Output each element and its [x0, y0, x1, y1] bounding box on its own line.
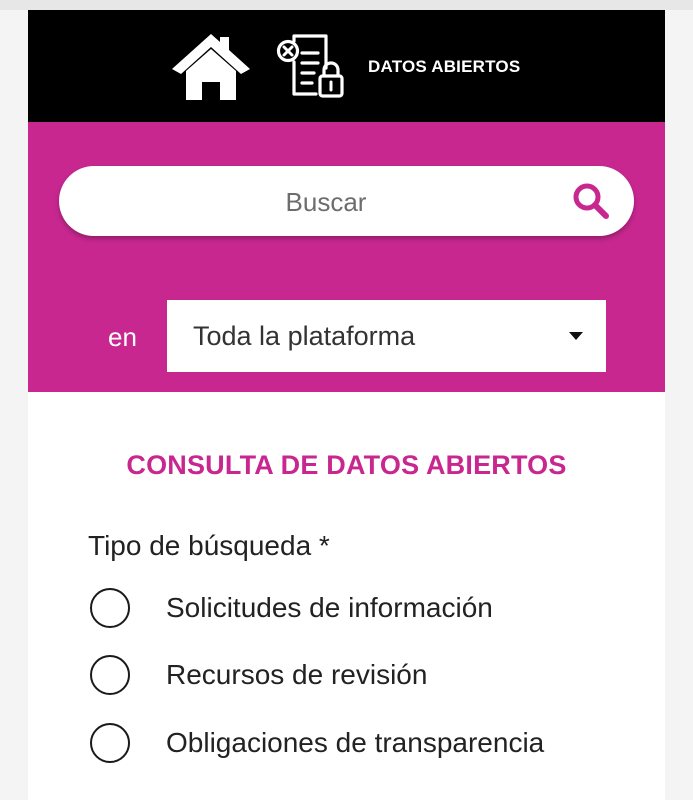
document-lock-icon[interactable]	[274, 32, 346, 100]
scope-label: en	[108, 322, 137, 352]
header-bar: DATOS ABIERTOS	[28, 10, 665, 122]
radio-button[interactable]	[90, 723, 130, 763]
search-input[interactable]	[119, 166, 533, 238]
radio-option-obligaciones[interactable]: Obligaciones de transparencia	[88, 723, 648, 767]
radio-label: Recursos de revisión	[166, 659, 428, 690]
search-panel: en Toda la plataforma	[28, 122, 665, 392]
right-margin	[665, 10, 693, 800]
scope-select[interactable]: Toda la plataforma	[167, 300, 606, 372]
radio-button[interactable]	[90, 588, 130, 628]
radio-button[interactable]	[90, 655, 130, 695]
radio-label: Obligaciones de transparencia	[166, 727, 545, 758]
scope-select-value: Toda la plataforma	[193, 321, 416, 351]
search-icon[interactable]	[572, 182, 610, 220]
home-icon[interactable]	[168, 28, 254, 102]
left-margin	[0, 10, 28, 800]
radio-label: Solicitudes de información	[166, 592, 493, 623]
nav-datos-abiertos[interactable]: DATOS ABIERTOS	[368, 57, 520, 77]
chevron-down-icon	[569, 332, 583, 340]
page-content: DATOS ABIERTOS en Toda la plataforma CON…	[28, 10, 665, 800]
search-type-label: Tipo de búsqueda *	[88, 530, 330, 561]
section-title: CONSULTA DE DATOS ABIERTOS	[126, 450, 567, 480]
search-box	[59, 166, 634, 238]
radio-option-recursos[interactable]: Recursos de revisión	[88, 655, 648, 699]
radio-option-solicitudes[interactable]: Solicitudes de información	[88, 588, 648, 632]
top-strip	[0, 0, 693, 10]
